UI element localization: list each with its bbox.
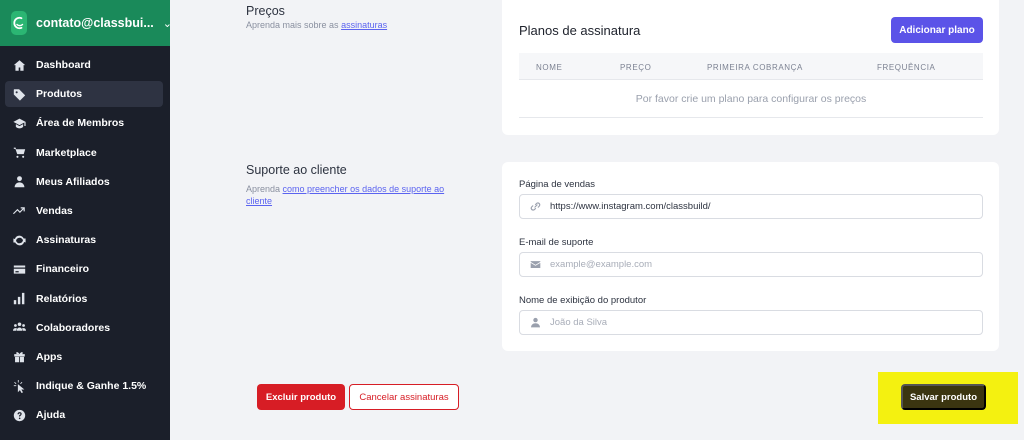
- sidebar-item-label: Colaboradores: [36, 321, 111, 334]
- mail-icon: [530, 259, 541, 270]
- producer-name-field[interactable]: [519, 310, 983, 335]
- sidebar: contato@classbui... ⌄ Dashboard Produtos…: [0, 0, 172, 440]
- sidebar-item-label: Vendas: [36, 204, 73, 217]
- sidebar-item-label: Dashboard: [36, 59, 91, 71]
- sidebar-item-label: Financeiro: [36, 263, 90, 276]
- add-plan-button[interactable]: Adicionar plano: [891, 17, 983, 43]
- classbuild-logo-icon: [11, 11, 27, 35]
- graduation-cap-icon: [12, 116, 26, 130]
- assinaturas-link[interactable]: assinaturas: [341, 20, 387, 30]
- account-switcher[interactable]: contato@classbui... ⌄: [0, 0, 172, 46]
- producer-name-label: Nome de exibição do produtor: [519, 295, 647, 306]
- refresh-icon: [12, 233, 26, 247]
- sidebar-item-label: Área de Membros: [36, 117, 125, 130]
- support-email-field[interactable]: [519, 252, 983, 277]
- column-header: PREÇO: [620, 63, 652, 72]
- sidebar-item-assinaturas[interactable]: Assinaturas: [5, 227, 163, 253]
- support-email-label: E-mail de suporte: [519, 237, 594, 248]
- sidebar-item-apps[interactable]: Apps: [5, 344, 163, 370]
- support-email-input[interactable]: [550, 259, 970, 270]
- pointer-icon: [12, 379, 26, 393]
- sidebar-item-financeiro[interactable]: Financeiro: [5, 256, 163, 282]
- home-icon: [12, 58, 26, 72]
- sales-page-field[interactable]: [519, 194, 983, 219]
- plans-card-title: Planos de assinatura: [519, 23, 641, 38]
- card-icon: [12, 262, 26, 276]
- pricing-section-title: Preços: [246, 4, 285, 18]
- delete-product-button[interactable]: Excluir produto: [257, 384, 345, 410]
- support-section-title: Suporte ao cliente: [246, 163, 347, 177]
- support-section-desc: Aprenda como preencher os dados de supor…: [246, 183, 466, 207]
- sidebar-item-marketplace[interactable]: Marketplace: [5, 140, 163, 166]
- sidebar-item-label: Produtos: [36, 88, 83, 101]
- user-icon: [530, 317, 541, 328]
- trend-icon: [12, 204, 26, 218]
- help-icon: [12, 408, 26, 422]
- sidebar-item-meus-afiliados[interactable]: Meus Afiliados: [5, 169, 163, 195]
- support-card: Página de vendas E-mail de suporte Nome …: [502, 162, 999, 351]
- tag-icon: [12, 87, 26, 101]
- plans-empty-message: Por favor crie um plano para configurar …: [519, 80, 983, 118]
- plans-card: Planos de assinatura Adicionar plano NOM…: [502, 0, 999, 135]
- sidebar-item-colaboradores[interactable]: Colaboradores: [5, 315, 163, 341]
- user-icon: [12, 175, 26, 189]
- link-icon: [530, 201, 541, 212]
- save-product-button[interactable]: Salvar produto: [901, 384, 986, 410]
- sidebar-item-label: Meus Afiliados: [36, 175, 110, 188]
- column-header: FREQUÊNCIA: [877, 63, 936, 72]
- cart-icon: [12, 146, 26, 160]
- column-header: PRIMEIRA COBRANÇA: [707, 63, 803, 72]
- sidebar-item-label: Marketplace: [36, 146, 97, 159]
- users-icon: [12, 321, 26, 335]
- sidebar-item-dashboard[interactable]: Dashboard: [5, 52, 163, 78]
- sidebar-item-area-de-membros[interactable]: Área de Membros: [5, 110, 163, 136]
- sidebar-item-label: Assinaturas: [36, 234, 97, 247]
- chevron-down-icon: ⌄: [162, 17, 172, 30]
- sidebar-item-indique-ganhe[interactable]: Indique & Ganhe 1.5%: [5, 373, 163, 399]
- sidebar-item-label: Relatórios: [36, 292, 88, 305]
- bar-chart-icon: [12, 292, 26, 306]
- sidebar-item-vendas[interactable]: Vendas: [5, 198, 163, 224]
- sidebar-item-label: Indique & Ganhe 1.5%: [36, 380, 147, 393]
- column-header: NOME: [536, 63, 563, 72]
- sales-page-label: Página de vendas: [519, 179, 596, 190]
- plans-table-header: NOME PREÇO PRIMEIRA COBRANÇA FREQUÊNCIA: [519, 53, 983, 80]
- sidebar-nav: Dashboard Produtos Área de Membros Marke…: [0, 52, 170, 431]
- sidebar-item-label: Ajuda: [36, 409, 66, 422]
- producer-name-input[interactable]: [550, 317, 970, 328]
- sidebar-item-ajuda[interactable]: Ajuda: [5, 402, 163, 428]
- pricing-section-desc: Aprenda mais sobre as assinaturas: [246, 19, 476, 31]
- sales-page-input[interactable]: [550, 201, 970, 212]
- cancel-subscriptions-button[interactable]: Cancelar assinaturas: [349, 384, 459, 410]
- support-desc-text: Aprenda: [246, 184, 283, 194]
- account-email: contato@classbui...: [36, 16, 154, 30]
- sidebar-item-produtos[interactable]: Produtos: [5, 81, 163, 108]
- gift-icon: [12, 350, 26, 364]
- sidebar-item-relatorios[interactable]: Relatórios: [5, 286, 163, 312]
- pricing-desc-text: Aprenda mais sobre as: [246, 20, 342, 30]
- sidebar-item-label: Apps: [36, 350, 63, 363]
